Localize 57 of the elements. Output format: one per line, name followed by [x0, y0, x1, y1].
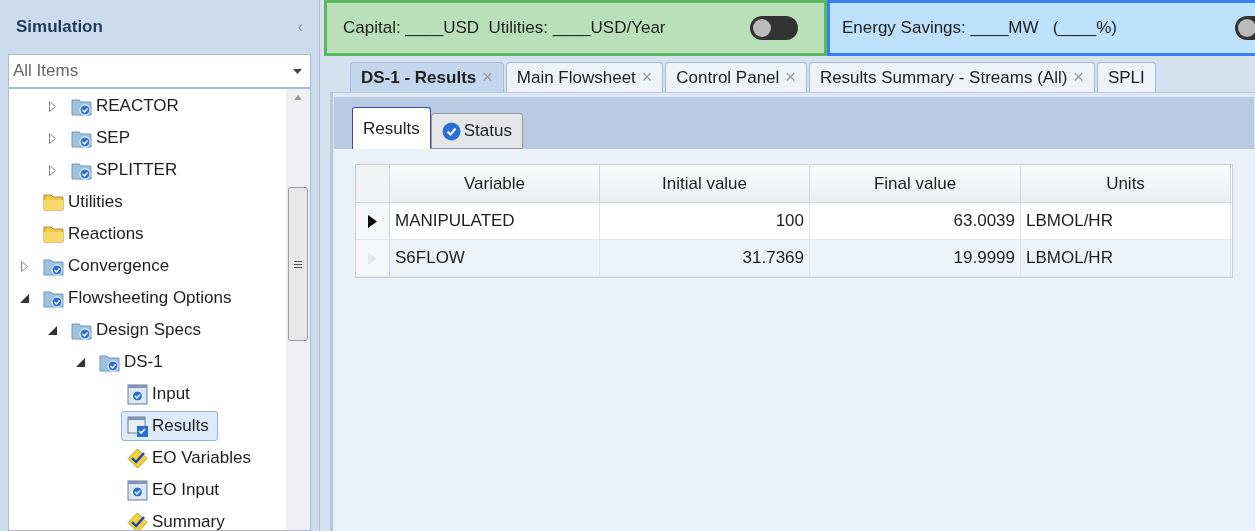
table-cell: 19.9999	[810, 240, 1021, 276]
tab[interactable]: Results Summary - Streams (All) ×	[808, 62, 1095, 92]
tree-item[interactable]: Flowsheeting Options	[37, 283, 241, 313]
sidebar-title: Simulation	[16, 16, 103, 39]
form-check-icon	[127, 383, 148, 405]
table-cell: MANIPULATED	[390, 203, 600, 239]
tree-item[interactable]: Input	[121, 379, 199, 409]
dropdown-caret-icon	[293, 68, 302, 74]
table-cell: 31.7369	[600, 240, 810, 276]
collapsed-arrow-icon[interactable]	[48, 164, 56, 176]
tree-item[interactable]: Utilities	[37, 187, 132, 217]
tree-item[interactable]: Results	[121, 411, 218, 441]
grip-icon	[294, 260, 302, 268]
expanded-arrow-icon[interactable]	[47, 325, 57, 335]
diamond-check-icon	[127, 447, 148, 469]
filter-dropdown[interactable]: All Items	[8, 54, 311, 88]
tree-item[interactable]: Reactions	[37, 219, 153, 249]
table-cell: LBMOL/HR	[1021, 240, 1231, 276]
tree-item[interactable]: Convergence	[37, 251, 179, 281]
column-header[interactable]: Final value	[810, 165, 1021, 202]
tree-item[interactable]: DS-1	[93, 347, 172, 377]
column-header[interactable]: Units	[1021, 165, 1231, 202]
diamond-check-icon	[127, 511, 148, 530]
toggle-switch[interactable]	[750, 16, 798, 40]
tree-item[interactable]: Design Specs	[65, 315, 210, 345]
scrollbar-thumb[interactable]	[288, 187, 308, 341]
energy-summary: Energy Savings: ____MW (____%)	[842, 17, 1117, 40]
tab[interactable]: Control Panel ×	[665, 62, 807, 92]
folder-icon	[43, 191, 64, 213]
column-header[interactable]: Variable	[390, 165, 600, 202]
tree-item[interactable]: REACTOR	[65, 91, 188, 121]
collapsed-arrow-icon[interactable]	[48, 132, 56, 144]
tab[interactable]: Main Flowsheet ×	[505, 62, 664, 92]
tree-item[interactable]: SEP	[65, 123, 140, 153]
subtab[interactable]: Results	[352, 107, 431, 149]
tree-item[interactable]: SPLITTER	[65, 155, 187, 185]
table-cell: 63.0039	[810, 203, 1021, 239]
results-check-icon	[127, 415, 148, 437]
cost-summary: Capital: ____USD Utilities: ____USD/Year	[343, 17, 666, 40]
tab[interactable]: SPLI	[1096, 62, 1156, 92]
table-cell: LBMOL/HR	[1021, 203, 1231, 239]
folder-icon	[43, 223, 64, 245]
collapsed-arrow-icon[interactable]	[20, 260, 28, 272]
tree-item[interactable]: Summary	[121, 507, 234, 530]
expanded-arrow-icon[interactable]	[75, 357, 85, 367]
column-header[interactable]: Initial value	[600, 165, 810, 202]
table-cell: S6FLOW	[390, 240, 600, 276]
tree-item[interactable]: EO Input	[121, 475, 229, 505]
subtab[interactable]: Status	[430, 113, 523, 149]
tab[interactable]: DS-1 - Results ×	[350, 62, 504, 92]
expanded-arrow-icon[interactable]	[19, 293, 29, 303]
collapsed-arrow-icon[interactable]	[48, 100, 56, 112]
table-cell: 100	[600, 203, 810, 239]
scrollbar[interactable]	[286, 89, 310, 530]
form-check-icon	[127, 479, 148, 501]
scroll-up-icon[interactable]	[294, 95, 302, 100]
tree-item[interactable]: EO Variables	[121, 443, 260, 473]
